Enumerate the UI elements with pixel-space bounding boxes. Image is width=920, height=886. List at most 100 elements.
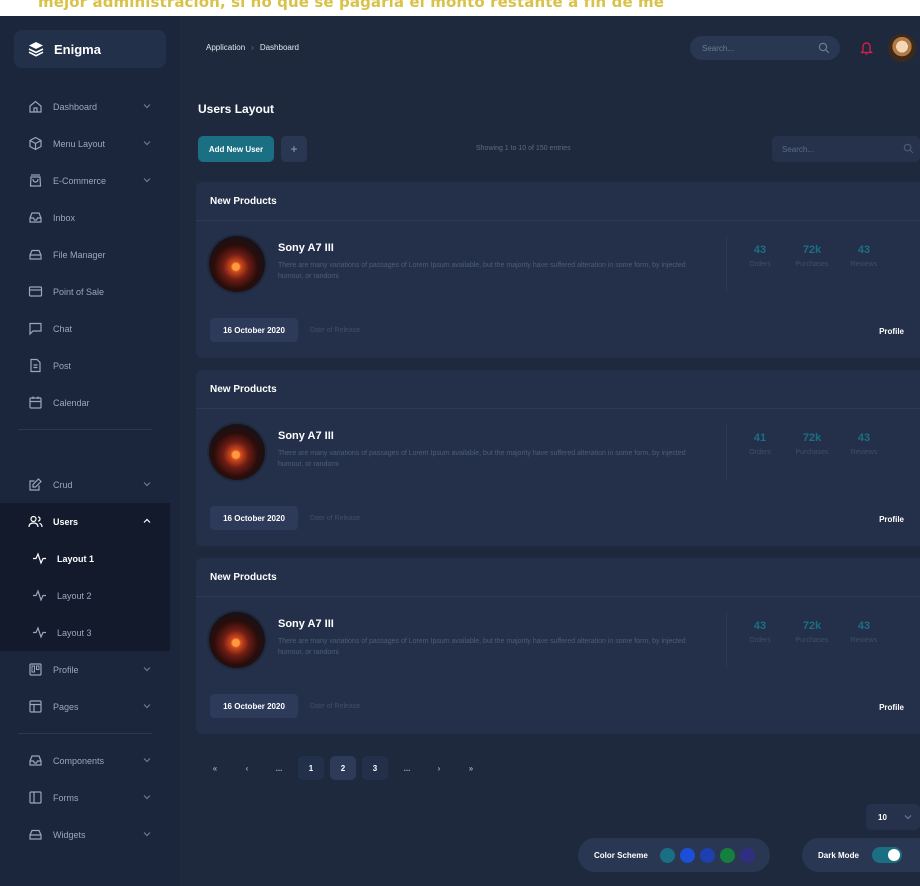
credit-card-icon: [28, 286, 43, 297]
plus-button[interactable]: +: [281, 136, 307, 162]
list-search-input[interactable]: Search...: [772, 136, 920, 162]
add-new-user-button[interactable]: Add New User: [198, 136, 274, 162]
stat-label: Orders: [749, 637, 771, 644]
home-icon: [29, 100, 42, 113]
message-square-icon: [29, 322, 42, 336]
page-button[interactable]: 3: [362, 756, 388, 780]
color-scheme-label: Color Scheme: [594, 850, 648, 860]
sidebar-subitem-layout-2[interactable]: Layout 2: [0, 577, 170, 614]
sidebar-subitem-label: Layout 3: [57, 627, 92, 638]
chevron-down-icon: [143, 104, 151, 109]
hard-drive-icon: [29, 249, 42, 260]
user-avatar[interactable]: [888, 34, 916, 62]
sidebar-item-chat[interactable]: Chat: [0, 310, 170, 347]
brand-name: Enigma: [54, 41, 101, 57]
file-text-icon: [30, 358, 41, 373]
color-swatch[interactable]: [699, 847, 715, 863]
sidebar-item-label: Point of Sale: [53, 286, 105, 297]
stat-value: 41: [753, 432, 767, 444]
chevron-down-icon: [143, 482, 151, 487]
page-button[interactable]: 1: [298, 756, 324, 780]
sidebar-subitem-label: Layout 1: [57, 553, 95, 564]
activity-icon: [33, 626, 46, 639]
stat-value: 43: [857, 620, 871, 632]
stat-reviews: 43 Reviews: [836, 244, 892, 268]
card-heading: New Products: [210, 196, 277, 207]
stat-value: 43: [753, 620, 767, 632]
sidebar-item-menu-layout[interactable]: Menu Layout: [0, 125, 170, 162]
users-submenu: Layout 1 Layout 2 Layout 3: [0, 540, 170, 651]
product-name[interactable]: Sony A7 III: [278, 430, 334, 442]
chevron-down-icon: [143, 704, 151, 709]
chevron-down-icon: [904, 815, 912, 820]
page-button[interactable]: »: [458, 756, 484, 780]
page-button[interactable]: ‹: [234, 756, 260, 780]
card-heading: New Products: [210, 384, 277, 395]
card-divider: [196, 596, 920, 597]
page-button[interactable]: «: [202, 756, 228, 780]
top-search-input[interactable]: Search...: [690, 36, 840, 60]
dark-mode-switcher[interactable]: Dark Mode: [802, 838, 920, 872]
stat-label: Reviews: [850, 449, 878, 456]
product-name[interactable]: Sony A7 III: [278, 242, 334, 254]
profile-button[interactable]: Profile: [879, 703, 904, 712]
sidebar-item-label: Users: [53, 516, 79, 527]
calendar-icon: [29, 396, 42, 409]
stats-divider: [726, 612, 727, 668]
stat-label: Reviews: [850, 637, 878, 644]
sidebar-item-widgets[interactable]: Widgets: [0, 816, 170, 853]
sidebar-item-profile[interactable]: Profile: [0, 651, 170, 688]
chevron-down-icon: [143, 795, 151, 800]
sidebar-item-inbox[interactable]: Inbox: [0, 199, 170, 236]
app-window: Enigma Dashboard Menu Layout E-Commerce Inb…: [0, 16, 920, 886]
sidebar-subitem-layout-1[interactable]: Layout 1: [0, 540, 170, 577]
bell-icon[interactable]: [860, 41, 873, 55]
sidebar-item-forms[interactable]: Forms: [0, 779, 170, 816]
sidebar-item-dashboard[interactable]: Dashboard: [0, 88, 170, 125]
sidebar-item-pages[interactable]: Pages: [0, 688, 170, 725]
inbox-icon: [29, 212, 42, 223]
stat-reviews: 43 Reviews: [836, 432, 892, 456]
release-date-label: Date of Release: [310, 515, 361, 522]
per-page-select[interactable]: 10: [866, 804, 920, 830]
stat-value: 43: [857, 432, 871, 444]
sidebar-item-label: Calendar: [53, 397, 90, 408]
stat-label: Orders: [749, 261, 771, 268]
profile-button[interactable]: Profile: [879, 515, 904, 524]
entries-count: Showing 1 to 10 of 150 entries: [476, 145, 571, 152]
page-button[interactable]: ›: [426, 756, 452, 780]
sidebar-item-e-commerce[interactable]: E-Commerce: [0, 162, 170, 199]
breadcrumb-item-dashboard[interactable]: Dashboard: [260, 43, 299, 52]
sidebar-icon: [29, 791, 42, 804]
color-swatch[interactable]: [679, 847, 695, 863]
sidebar-item-components[interactable]: Components: [0, 742, 170, 779]
color-swatch[interactable]: [659, 847, 675, 863]
sidebar-item-users[interactable]: Users: [0, 503, 170, 540]
sidebar-item-label: Forms: [53, 792, 79, 803]
page-button[interactable]: ...: [266, 756, 292, 780]
release-date-label: Date of Release: [310, 703, 361, 710]
sidebar-item-point-of-sale[interactable]: Point of Sale: [0, 273, 170, 310]
sidebar-item-label: Chat: [53, 323, 73, 334]
sidebar-item-crud[interactable]: Crud: [0, 466, 170, 503]
color-swatch[interactable]: [739, 847, 755, 863]
stat-label: Purchases: [795, 637, 829, 644]
brand[interactable]: Enigma: [14, 30, 166, 68]
page-button[interactable]: ...: [394, 756, 420, 780]
dark-mode-toggle[interactable]: [872, 847, 902, 863]
product-card: New Products Sony A7 III There are many va…: [196, 370, 920, 546]
profile-button[interactable]: Profile: [879, 327, 904, 336]
sidebar-item-post[interactable]: Post: [0, 347, 170, 384]
product-name[interactable]: Sony A7 III: [278, 618, 334, 630]
color-swatch[interactable]: [719, 847, 735, 863]
sidebar-item-label: Inbox: [53, 212, 76, 223]
sidebar-item-label: Widgets: [53, 829, 86, 840]
page-button[interactable]: 2: [330, 756, 356, 780]
stat-value: 43: [857, 244, 871, 256]
product-image: [209, 612, 265, 668]
sidebar-divider: [18, 733, 152, 734]
breadcrumb-item-application[interactable]: Application: [206, 43, 245, 52]
sidebar-item-calendar[interactable]: Calendar: [0, 384, 170, 421]
sidebar-item-file-manager[interactable]: File Manager: [0, 236, 170, 273]
sidebar-subitem-layout-3[interactable]: Layout 3: [0, 614, 170, 651]
